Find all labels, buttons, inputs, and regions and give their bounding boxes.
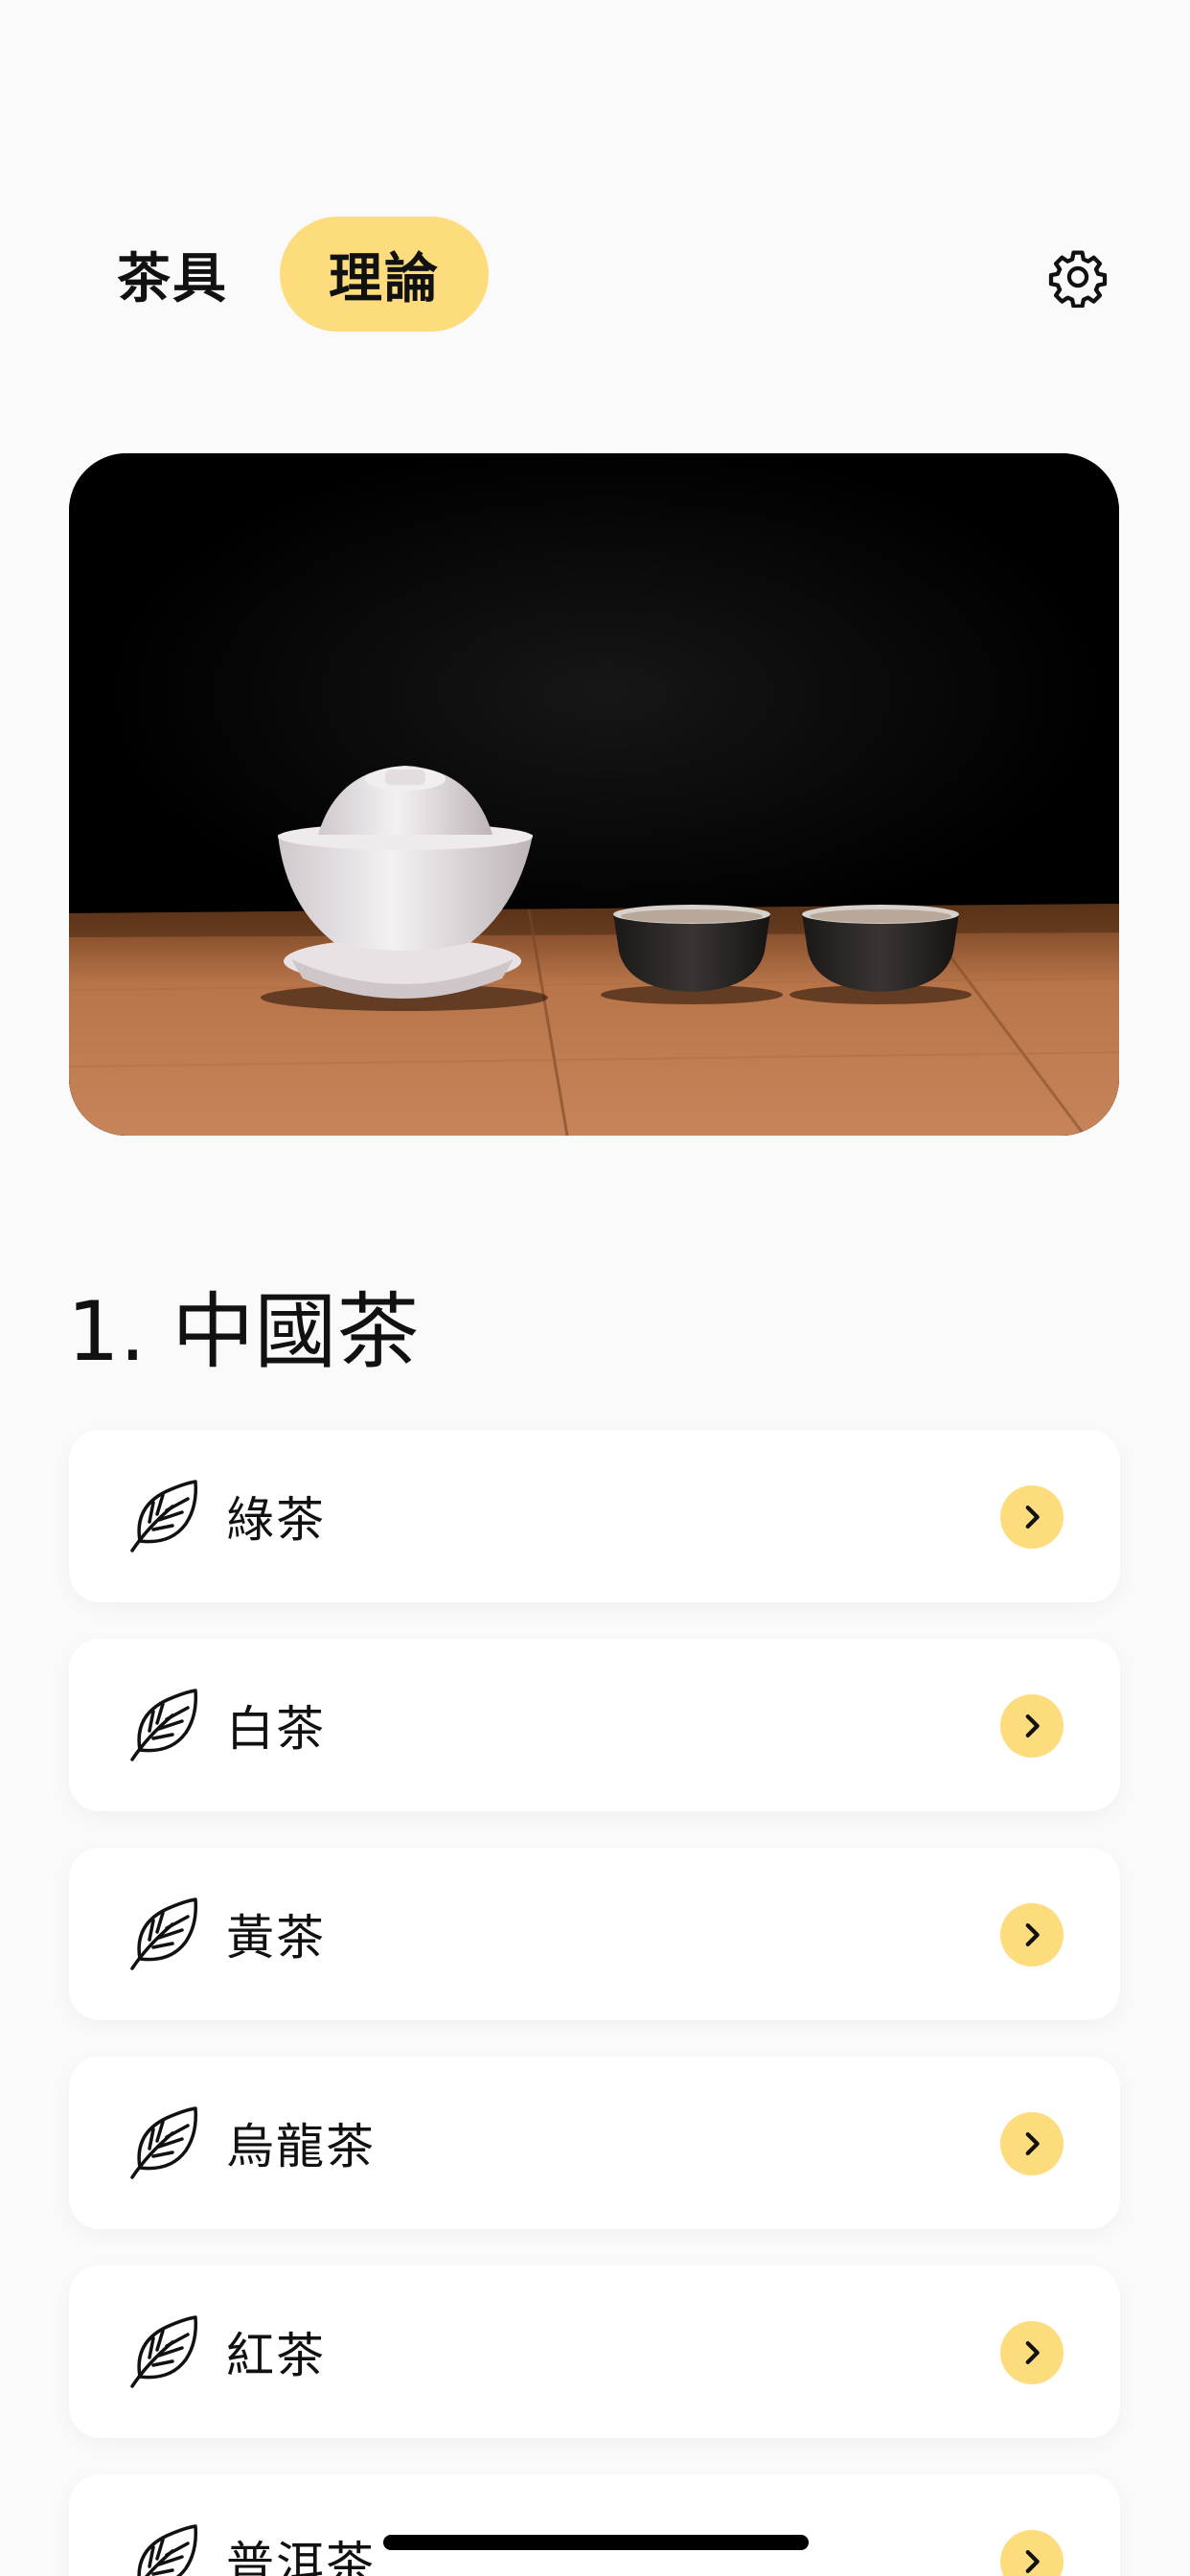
chevron-right-icon <box>1025 1714 1040 1738</box>
list-item-oolong-tea[interactable]: 烏龍茶 <box>69 2057 1120 2229</box>
chevron-right-icon <box>1025 2340 1040 2365</box>
hero-image <box>69 453 1119 1136</box>
list-item-label: 白茶 <box>226 1701 326 1757</box>
chevron-right-button[interactable] <box>1000 2321 1064 2384</box>
list-item-label: 紅茶 <box>226 2328 326 2383</box>
leaf-icon <box>130 2106 198 2179</box>
tea-category-list: 綠茶 白茶 黃茶 烏龍茶 紅茶 普洱茶 <box>69 1430 1120 2576</box>
list-item-green-tea[interactable]: 綠茶 <box>69 1430 1120 1602</box>
chevron-right-button[interactable] <box>1000 2112 1064 2175</box>
chevron-right-button[interactable] <box>1000 1485 1064 1549</box>
list-item-black-tea[interactable]: 紅茶 <box>69 2266 1120 2438</box>
chevron-right-icon <box>1025 1922 1040 1947</box>
leaf-icon <box>130 1689 198 1761</box>
top-bar: 茶具 理論 <box>0 217 1190 334</box>
leaf-icon <box>130 1480 198 1552</box>
chevron-right-icon <box>1025 1505 1040 1530</box>
list-item-white-tea[interactable]: 白茶 <box>69 1639 1120 1811</box>
theory-screen: 茶具 理論 1. 中國茶 綠茶 白茶 黃茶 烏龍茶 紅茶 普洱茶 <box>0 0 1190 2576</box>
list-item-label: 黃茶 <box>226 1910 326 1966</box>
chevron-right-button[interactable] <box>1000 1903 1064 1966</box>
section-title: 1. 中國茶 <box>67 1284 420 1380</box>
tab-tea-ware[interactable]: 茶具 <box>96 217 249 332</box>
chevron-right-icon <box>1025 2131 1040 2156</box>
leaf-icon <box>130 2315 198 2388</box>
settings-button[interactable] <box>1044 243 1111 310</box>
list-item-puer-tea[interactable]: 普洱茶 <box>69 2474 1120 2576</box>
list-item-label: 普洱茶 <box>226 2537 376 2576</box>
list-item-label: 綠茶 <box>226 1492 326 1548</box>
tab-theory[interactable]: 理論 <box>280 217 489 332</box>
chevron-right-button[interactable] <box>1000 2530 1064 2576</box>
gear-icon <box>1048 250 1108 308</box>
list-item-yellow-tea[interactable]: 黃茶 <box>69 1848 1120 2020</box>
chevron-right-button[interactable] <box>1000 1694 1064 1758</box>
leaf-icon <box>137 2524 198 2576</box>
chevron-right-icon <box>1025 2549 1040 2574</box>
leaf-icon <box>130 1898 198 1970</box>
list-item-label: 烏龍茶 <box>226 2119 376 2174</box>
home-indicator[interactable] <box>383 2535 809 2550</box>
